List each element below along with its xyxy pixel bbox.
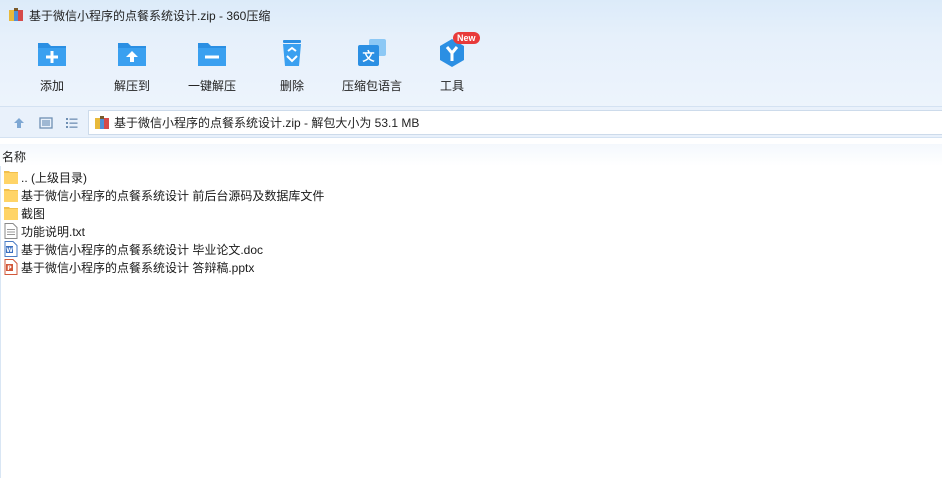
address-text: 基于微信小程序的点餐系统设计.zip - 解包大小为 53.1 MB bbox=[114, 116, 420, 130]
up-button[interactable] bbox=[10, 114, 28, 132]
column-header: 名称 bbox=[0, 144, 942, 166]
word-document-icon: W bbox=[4, 241, 18, 257]
thumbnail-view-icon bbox=[39, 117, 53, 129]
svg-text:P: P bbox=[7, 265, 12, 272]
add-label: 添加 bbox=[39, 79, 64, 93]
list-view-icon bbox=[66, 118, 78, 128]
zip-archive-icon bbox=[95, 115, 109, 129]
archive-language-icon: 文 bbox=[358, 39, 386, 66]
list-item-name: 基于微信小程序的点餐系统设计 答辩稿.pptx bbox=[21, 260, 255, 275]
window-title: 基于微信小程序的点餐系统设计.zip - 360压缩 bbox=[29, 8, 271, 23]
delete-button[interactable]: 删除 bbox=[252, 36, 332, 98]
recycle-bin-icon bbox=[283, 40, 301, 66]
list-item[interactable]: 基于微信小程序的点餐系统设计 前后台源码及数据库文件 bbox=[0, 186, 942, 204]
file-list: .. (上级目录) 基于微信小程序的点餐系统设计 前后台源码及数据库文件 截图 … bbox=[0, 168, 942, 276]
tools-icon-wrap: New bbox=[435, 32, 480, 70]
add-button[interactable]: 添加 bbox=[12, 36, 92, 98]
thumbnail-view-button[interactable] bbox=[37, 114, 55, 132]
list-item[interactable]: 功能说明.txt bbox=[0, 222, 942, 240]
title-bar: 基于微信小程序的点餐系统设计.zip - 360压缩 bbox=[0, 0, 942, 30]
zip-archive-icon bbox=[9, 8, 23, 21]
toolbar: 添加 解压到 一键解压 删除 文 压缩包语言 New 工具 bbox=[0, 32, 942, 98]
svg-text:文: 文 bbox=[362, 49, 375, 64]
list-item-name: .. (上级目录) bbox=[21, 170, 87, 185]
list-item-name: 基于微信小程序的点餐系统设计 毕业论文.doc bbox=[21, 242, 264, 257]
list-item-name: 基于微信小程序的点餐系统设计 前后台源码及数据库文件 bbox=[21, 188, 325, 203]
powerpoint-file-icon: P bbox=[4, 259, 18, 275]
list-item[interactable]: P 基于微信小程序的点餐系统设计 答辩稿.pptx bbox=[0, 258, 942, 276]
one-click-extract-label: 一键解压 bbox=[187, 79, 236, 93]
window-header: 基于微信小程序的点餐系统设计.zip - 360压缩 添加 解压到 一键解压 删… bbox=[0, 0, 942, 106]
new-badge: New bbox=[453, 32, 480, 44]
list-item-name: 功能说明.txt bbox=[21, 224, 86, 239]
archive-language-label: 压缩包语言 bbox=[341, 79, 402, 93]
svg-text:W: W bbox=[6, 247, 13, 254]
folder-icon bbox=[4, 207, 18, 220]
tools-label: 工具 bbox=[439, 79, 464, 93]
column-name-header[interactable]: 名称 bbox=[2, 148, 26, 165]
list-item[interactable]: W 基于微信小程序的点餐系统设计 毕业论文.doc bbox=[0, 240, 942, 258]
one-click-extract-button[interactable]: 一键解压 bbox=[172, 36, 252, 98]
folder-icon bbox=[4, 189, 18, 202]
folder-icon bbox=[4, 171, 18, 184]
tools-button[interactable]: New 工具 bbox=[412, 32, 492, 98]
one-click-extract-icon bbox=[198, 43, 226, 66]
address-bar[interactable]: 基于微信小程序的点餐系统设计.zip - 解包大小为 53.1 MB bbox=[88, 110, 942, 135]
list-item[interactable]: 截图 bbox=[0, 204, 942, 222]
extract-to-icon bbox=[118, 43, 146, 66]
extract-to-button[interactable]: 解压到 bbox=[92, 36, 172, 98]
add-icon bbox=[38, 43, 66, 66]
list-item-name: 截图 bbox=[21, 206, 46, 221]
delete-label: 删除 bbox=[279, 79, 304, 93]
archive-language-button[interactable]: 文 压缩包语言 bbox=[332, 36, 412, 98]
list-item-parent-directory[interactable]: .. (上级目录) bbox=[0, 168, 942, 186]
extract-to-label: 解压到 bbox=[113, 79, 150, 93]
navigation-bar: 基于微信小程序的点餐系统设计.zip - 解包大小为 53.1 MB bbox=[0, 106, 942, 138]
list-view-button[interactable] bbox=[63, 114, 81, 132]
text-file-icon bbox=[4, 223, 18, 239]
up-arrow-icon bbox=[14, 118, 24, 128]
